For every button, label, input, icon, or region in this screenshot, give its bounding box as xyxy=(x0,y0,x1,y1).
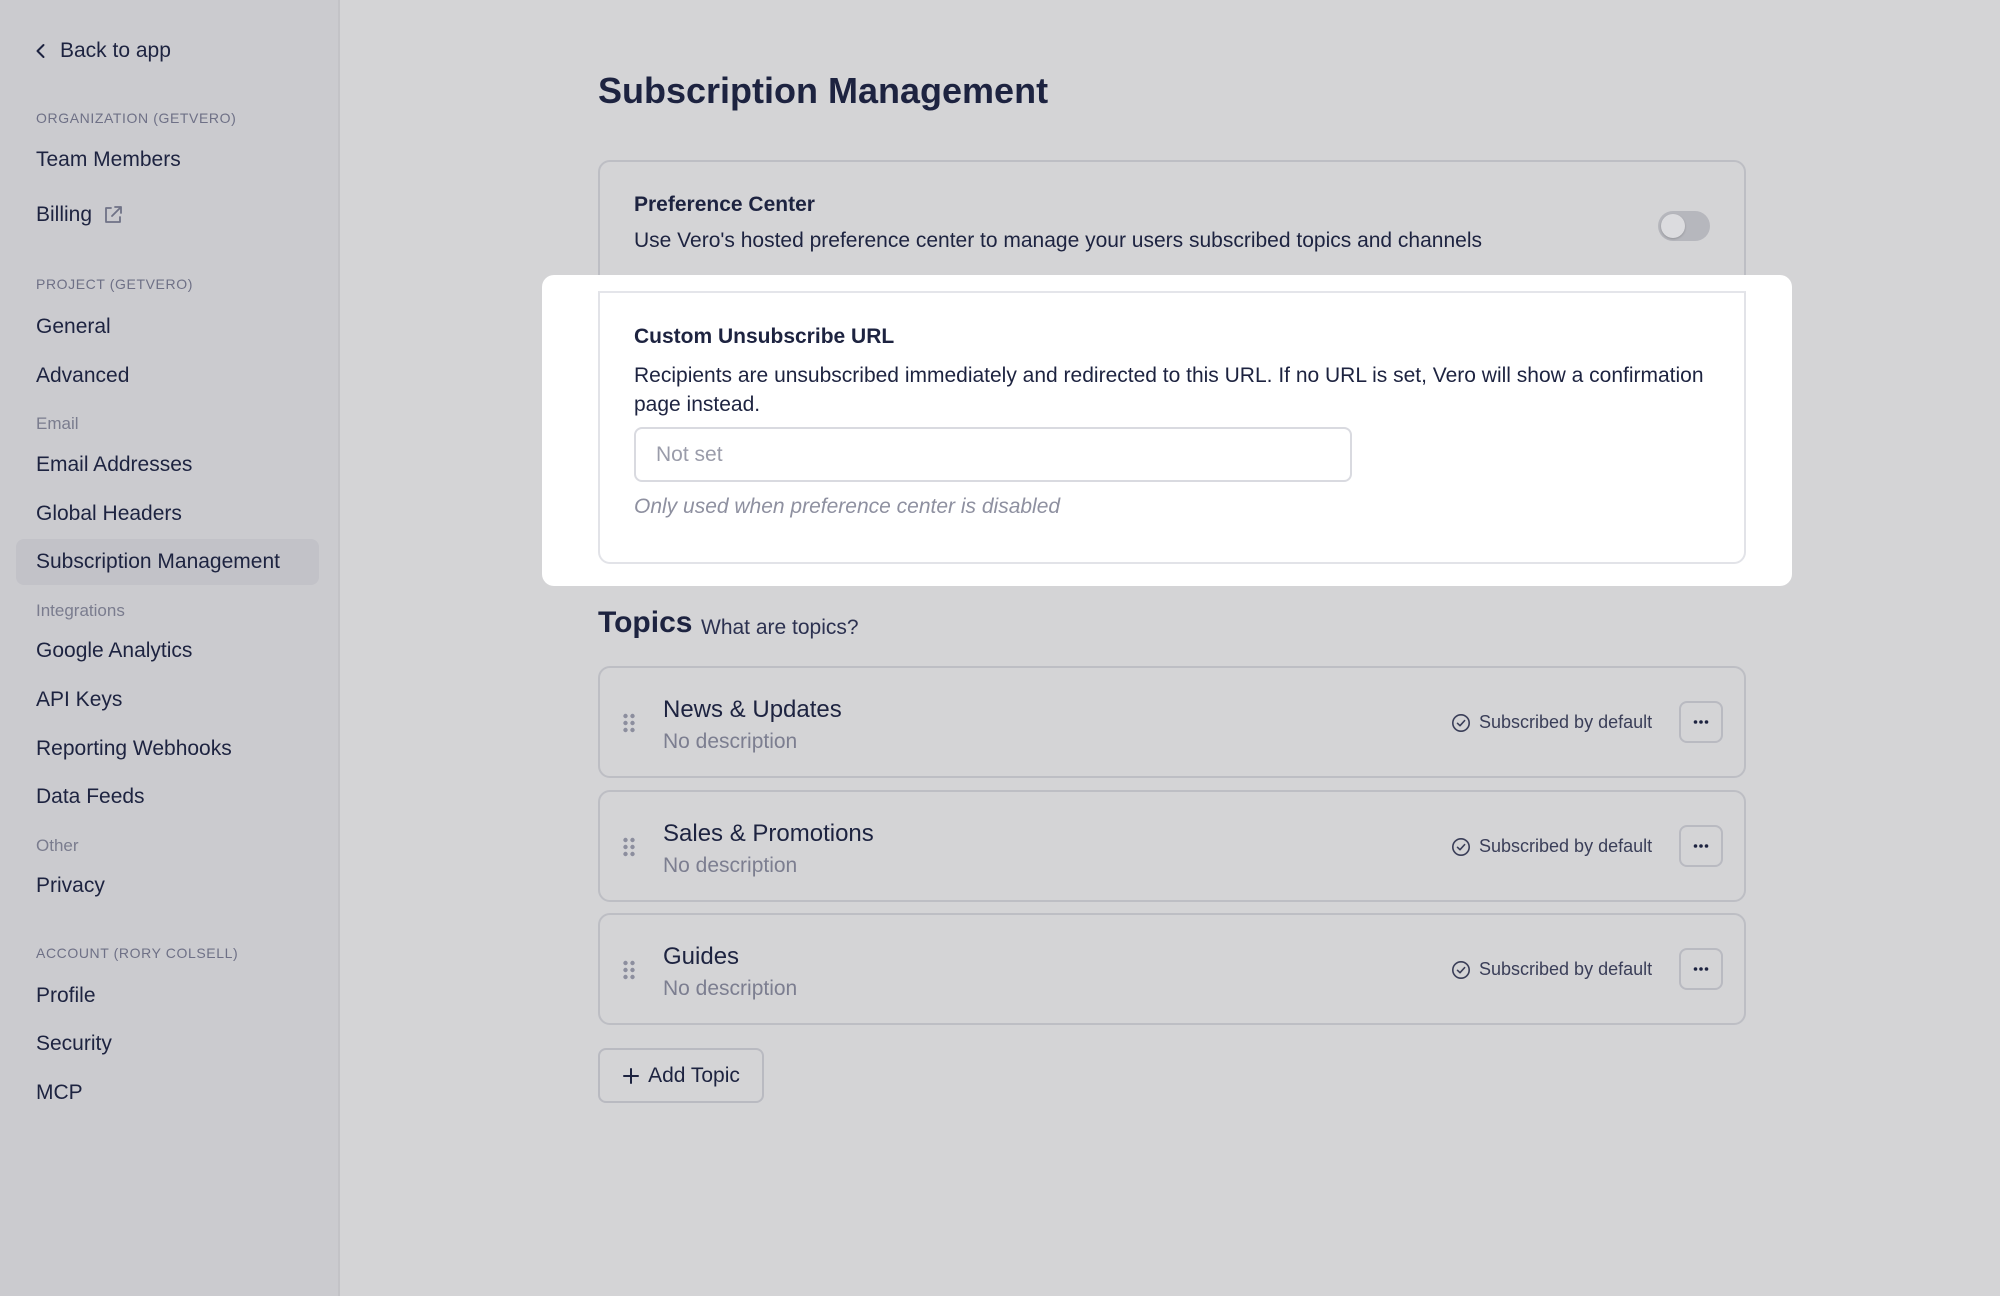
sidebar-item-label: General xyxy=(36,315,111,338)
sidebar: Back to app ORGANIZATION (GETVERO) Team … xyxy=(0,0,340,1296)
sidebar-item-label: Reporting Webhooks xyxy=(36,737,232,760)
topic-more-button[interactable] xyxy=(1679,948,1723,990)
sidebar-item-label: Advanced xyxy=(36,364,130,387)
chevron-left-icon xyxy=(36,44,45,58)
sidebar-item-label: Global Headers xyxy=(36,502,182,525)
section-other: Other xyxy=(36,836,79,855)
more-horizontal-icon xyxy=(1693,967,1709,971)
external-link-icon xyxy=(105,206,122,223)
sidebar-item-label: Data Feeds xyxy=(36,785,145,808)
subscribed-badge: Subscribed by default xyxy=(1451,959,1652,980)
sidebar-item-label: Team Members xyxy=(36,148,181,171)
topics-heading: Topics xyxy=(598,606,693,639)
sidebar-item-google-analytics[interactable]: Google Analytics xyxy=(16,628,319,674)
topic-row: Guides No description Subscribed by defa… xyxy=(598,913,1746,1025)
preference-center-title: Preference Center xyxy=(634,193,815,216)
drag-handle-icon[interactable] xyxy=(622,712,636,734)
back-to-app-link[interactable]: Back to app xyxy=(32,36,171,66)
sidebar-item-data-feeds[interactable]: Data Feeds xyxy=(16,774,319,820)
sidebar-item-general[interactable]: General xyxy=(16,304,319,350)
sidebar-item-billing[interactable]: Billing xyxy=(16,192,319,238)
toggle-knob xyxy=(1661,214,1685,238)
section-email: Email xyxy=(36,414,79,433)
sidebar-item-label: Subscription Management xyxy=(36,550,280,573)
section-project: PROJECT (GETVERO) xyxy=(36,276,193,292)
sidebar-item-label: API Keys xyxy=(36,688,123,711)
preference-center-description: Use Vero's hosted preference center to m… xyxy=(634,229,1482,252)
sidebar-item-reporting-webhooks[interactable]: Reporting Webhooks xyxy=(16,726,319,772)
topic-row: News & Updates No description Subscribed… xyxy=(598,666,1746,778)
unsubscribe-url-input[interactable] xyxy=(634,427,1352,482)
subscribed-label: Subscribed by default xyxy=(1479,836,1653,856)
page-title: Subscription Management xyxy=(598,70,1049,111)
sidebar-item-email-addresses[interactable]: Email Addresses xyxy=(16,442,319,488)
unsubscribe-url-hint: Only used when preference center is disa… xyxy=(634,495,1061,518)
sidebar-item-label: Security xyxy=(36,1032,112,1055)
preference-center-toggle[interactable] xyxy=(1658,211,1710,241)
sidebar-item-global-headers[interactable]: Global Headers xyxy=(16,491,319,537)
topic-name: Sales & Promotions xyxy=(663,820,874,847)
subscribed-badge: Subscribed by default xyxy=(1451,836,1652,857)
drag-handle-icon[interactable] xyxy=(622,959,636,981)
drag-handle-icon[interactable] xyxy=(622,836,636,858)
check-circle-icon xyxy=(1452,713,1470,732)
subscribed-badge: Subscribed by default xyxy=(1451,712,1652,733)
sidebar-item-subscription-management[interactable]: Subscription Management xyxy=(16,539,319,585)
sidebar-item-advanced[interactable]: Advanced xyxy=(16,353,319,399)
check-circle-icon xyxy=(1452,837,1470,856)
topic-more-button[interactable] xyxy=(1679,825,1723,867)
what-are-topics-link[interactable]: What are topics? xyxy=(701,616,859,640)
sidebar-item-api-keys[interactable]: API Keys xyxy=(16,677,319,723)
subscribed-label: Subscribed by default xyxy=(1479,959,1653,979)
section-integrations: Integrations xyxy=(36,601,125,620)
more-horizontal-icon xyxy=(1693,720,1709,724)
add-topic-label: Add Topic xyxy=(648,1063,740,1087)
section-organization: ORGANIZATION (GETVERO) xyxy=(36,110,237,126)
topic-name: Guides xyxy=(663,943,740,970)
topic-more-button[interactable] xyxy=(1679,701,1723,743)
subscribed-label: Subscribed by default xyxy=(1479,712,1653,732)
custom-unsubscribe-title: Custom Unsubscribe URL xyxy=(634,325,895,348)
sidebar-item-label: MCP xyxy=(36,1081,83,1104)
custom-unsubscribe-description: Recipients are unsubscribed immediately … xyxy=(634,364,1704,416)
sidebar-item-label: Privacy xyxy=(36,874,105,897)
plus-icon xyxy=(623,1067,640,1084)
topic-description: No description xyxy=(663,854,798,877)
topic-name: News & Updates xyxy=(663,696,842,723)
more-horizontal-icon xyxy=(1693,844,1709,848)
sidebar-item-privacy[interactable]: Privacy xyxy=(16,863,319,909)
section-account: ACCOUNT (RORY COLSELL) xyxy=(36,945,239,961)
sidebar-item-mcp[interactable]: MCP xyxy=(16,1070,319,1116)
sidebar-item-label: Google Analytics xyxy=(36,639,193,662)
sidebar-item-profile[interactable]: Profile xyxy=(16,973,319,1019)
check-circle-icon xyxy=(1452,960,1470,979)
sidebar-item-label: Profile xyxy=(36,984,96,1007)
sidebar-item-label: Email Addresses xyxy=(36,453,193,476)
sidebar-item-security[interactable]: Security xyxy=(16,1021,319,1067)
topic-row: Sales & Promotions No description Subscr… xyxy=(598,790,1746,902)
sidebar-item-team-members[interactable]: Team Members xyxy=(16,137,319,183)
custom-unsubscribe-panel: Custom Unsubscribe URL Recipients are un… xyxy=(542,275,1792,586)
add-topic-button[interactable]: Add Topic xyxy=(598,1048,764,1103)
back-to-app-label: Back to app xyxy=(60,39,171,62)
sidebar-item-label: Billing xyxy=(36,203,93,226)
topic-description: No description xyxy=(663,730,798,753)
topic-description: No description xyxy=(663,977,798,1000)
